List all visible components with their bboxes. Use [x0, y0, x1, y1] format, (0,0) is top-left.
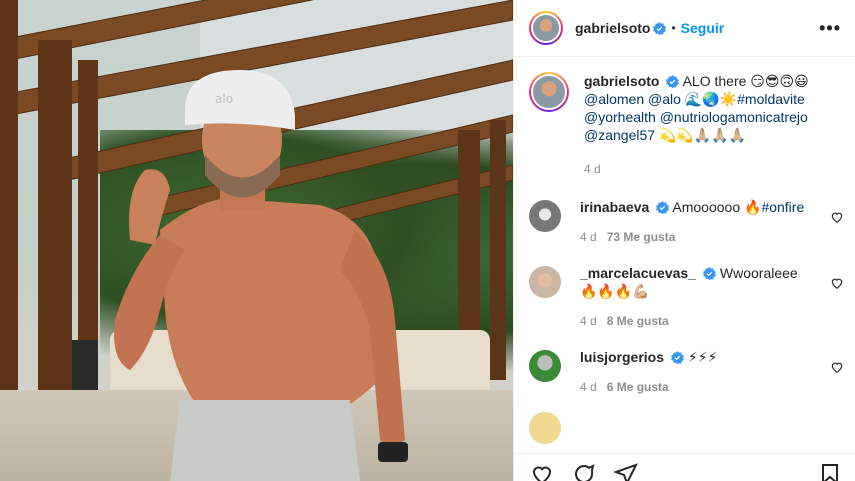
comment-time[interactable]: 4 d — [580, 230, 597, 244]
comment-time[interactable]: 4 d — [580, 380, 597, 394]
mention-alomen[interactable]: @alomen — [584, 91, 644, 107]
heart-icon[interactable] — [830, 360, 844, 374]
hashtag-onfire[interactable]: #onfire — [761, 199, 804, 215]
verified-icon — [653, 21, 667, 35]
mention-alo[interactable]: @alo — [648, 91, 681, 107]
commenter-username[interactable]: irinabaeva — [580, 199, 649, 215]
like-icon[interactable] — [530, 462, 554, 481]
comment-item: _marcelacuevas_ Wwooraleee 🔥🔥🔥💪🏼 4 d 8 Me… — [514, 264, 855, 330]
author-avatar[interactable] — [529, 11, 563, 45]
comment-likes[interactable]: 8 Me gusta — [607, 314, 669, 328]
heart-icon[interactable] — [830, 276, 844, 290]
mention-yorhealth[interactable]: @yorhealth — [584, 109, 656, 125]
commenter-avatar[interactable] — [529, 266, 561, 298]
comment-likes[interactable]: 73 Me gusta — [607, 230, 676, 244]
comment-text: ⚡⚡⚡ — [687, 349, 718, 365]
caption-emoji-2: 💫💫🙏🏼🙏🏼🙏🏼 — [658, 127, 747, 143]
caption-avatar[interactable] — [529, 72, 569, 112]
comment-time[interactable]: 4 d — [580, 314, 597, 328]
more-options-button[interactable]: ••• — [819, 18, 841, 39]
caption-emoji: 🌊🌏☀️ — [684, 91, 738, 107]
commenter-username[interactable]: luisjorgerios — [580, 349, 664, 365]
follow-button[interactable]: Seguir — [681, 20, 725, 36]
mention-nutriologamonicatrejo[interactable]: @nutriologamonicatrejo — [660, 109, 808, 125]
photo-person: alo — [114, 70, 408, 481]
post-panel: gabrielsoto • Seguir ••• gabrielsoto ALO… — [513, 0, 855, 481]
svg-text:alo: alo — [215, 92, 233, 106]
comment-emoji: 🔥🔥🔥💪🏼 — [580, 283, 650, 299]
verified-icon — [671, 351, 685, 364]
comment-likes[interactable]: 6 Me gusta — [607, 380, 669, 394]
caption-text: ALO there 😏😎🙃😃 — [682, 73, 809, 89]
save-icon[interactable] — [818, 462, 842, 481]
post-photo[interactable]: alo — [0, 0, 513, 481]
mention-zangel57[interactable]: @zangel57 — [584, 127, 655, 143]
verified-icon — [703, 267, 716, 280]
share-icon[interactable] — [614, 462, 638, 481]
separator-dot: • — [671, 21, 676, 35]
comment-item-partial — [514, 410, 855, 444]
verified-icon — [666, 75, 680, 88]
comment-item: luisjorgerios ⚡⚡⚡ 4 d 6 Me gusta — [514, 348, 855, 396]
commenter-avatar[interactable] — [529, 412, 561, 444]
action-bar — [514, 453, 855, 481]
comment-text: Wwooraleee — [719, 265, 798, 281]
commenter-avatar[interactable] — [529, 350, 561, 382]
verified-icon — [656, 201, 670, 214]
comment-icon[interactable] — [572, 462, 596, 481]
caption-time[interactable]: 4 d — [584, 162, 601, 176]
comment-item: irinabaeva Amoooooo 🔥#onfire 4 d 73 Me gu… — [514, 198, 855, 246]
caption: gabrielsoto ALO there 😏😎🙃😃 @alomen @alo … — [514, 72, 855, 178]
commenter-avatar[interactable] — [529, 200, 561, 232]
post-header: gabrielsoto • Seguir ••• — [514, 0, 855, 57]
comment-text: Amoooooo 🔥 — [672, 199, 762, 215]
author-username[interactable]: gabrielsoto — [575, 20, 650, 36]
comments-list[interactable]: gabrielsoto ALO there 😏😎🙃😃 @alomen @alo … — [514, 72, 855, 452]
commenter-username[interactable]: _marcelacuevas_ — [580, 265, 696, 281]
hashtag-moldavite[interactable]: #moldavite — [737, 91, 805, 107]
heart-icon[interactable] — [830, 210, 844, 224]
caption-username[interactable]: gabrielsoto — [584, 73, 659, 89]
